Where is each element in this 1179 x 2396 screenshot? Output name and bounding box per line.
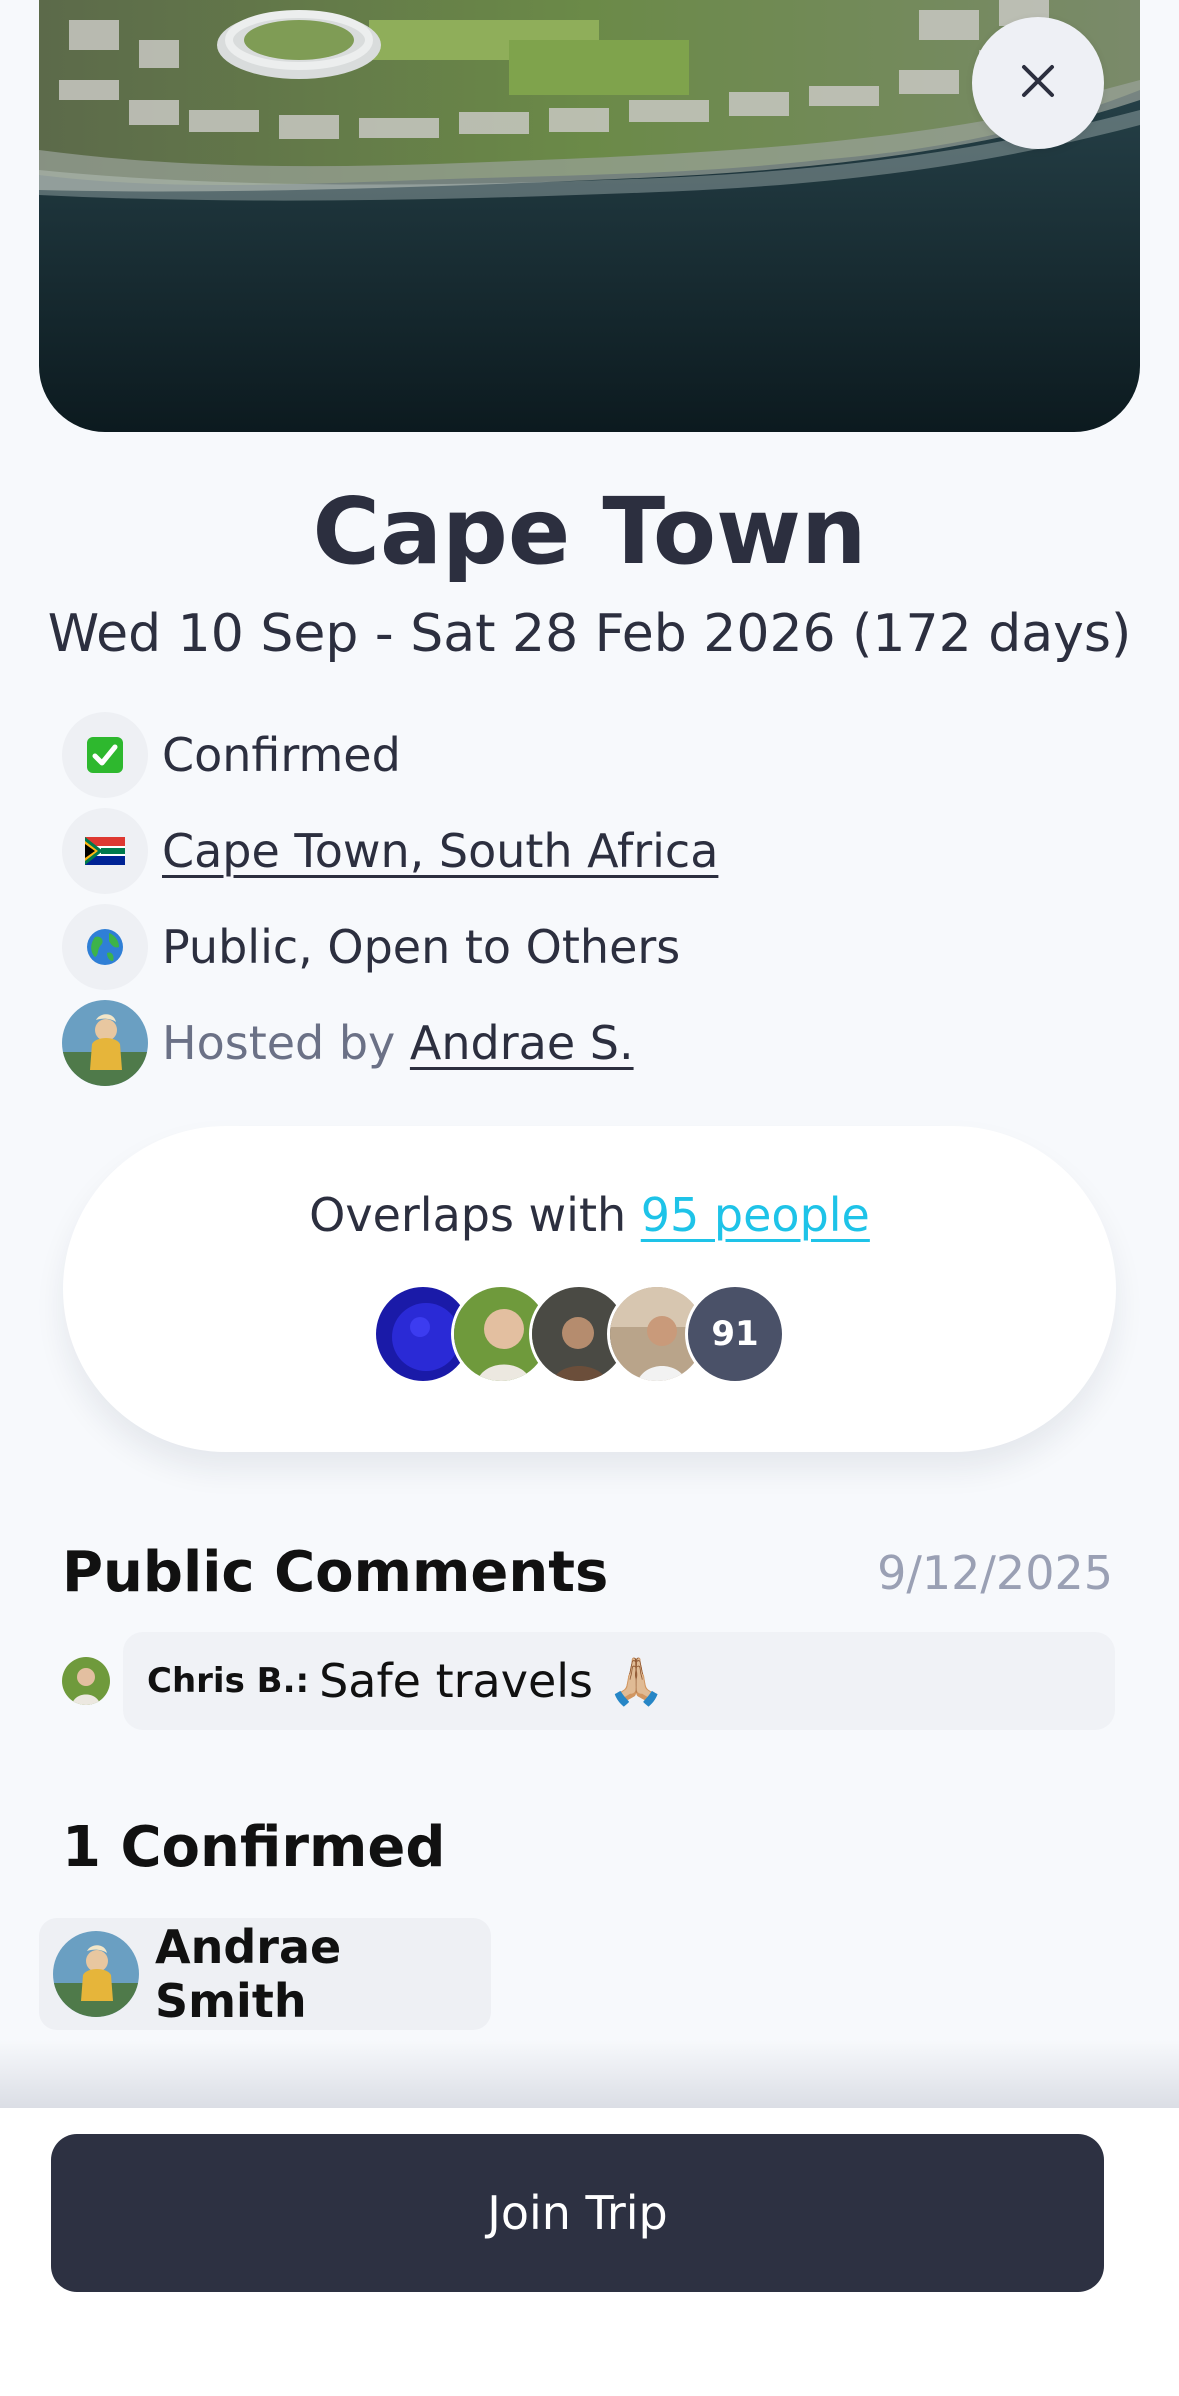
visibility-text: Public, Open to Others bbox=[162, 920, 681, 974]
avatar bbox=[53, 1931, 139, 2017]
join-trip-button[interactable]: Join Trip bbox=[51, 2134, 1104, 2292]
comments-title: Public Comments bbox=[62, 1540, 609, 1605]
host-avatar[interactable] bbox=[62, 1000, 148, 1086]
comment-avatar[interactable] bbox=[62, 1657, 110, 1705]
comment-author: Chris B.: bbox=[147, 1661, 310, 1701]
status-text: Confirmed bbox=[162, 728, 401, 782]
comment-text: Safe travels 🙏🏼 bbox=[319, 1653, 665, 1708]
scroll-fade bbox=[0, 2040, 1179, 2110]
location-link[interactable]: Cape Town, South Africa bbox=[162, 824, 718, 878]
overlap-more-count: 91 bbox=[685, 1284, 785, 1384]
close-button[interactable] bbox=[972, 17, 1104, 149]
confirmed-member-chip[interactable]: Andrae Smith bbox=[39, 1918, 491, 2030]
check-icon bbox=[62, 712, 148, 798]
host-name-link[interactable]: Andrae S. bbox=[410, 1016, 634, 1070]
comment-date: 9/12/2025 bbox=[877, 1546, 1113, 1600]
close-icon bbox=[1018, 61, 1058, 105]
globe-icon bbox=[62, 904, 148, 990]
overlap-people-link[interactable]: 95 people bbox=[641, 1188, 870, 1242]
trip-dates: Wed 10 Sep - Sat 28 Feb 2026 (172 days) bbox=[47, 604, 1132, 664]
visibility-row: Public, Open to Others bbox=[62, 904, 680, 990]
host-row: Hosted by Andrae S. bbox=[62, 1000, 634, 1086]
flag-south-africa-icon bbox=[62, 808, 148, 894]
trip-title: Cape Town bbox=[312, 478, 867, 585]
member-name: Andrae Smith bbox=[155, 1920, 342, 2028]
comment-bubble: Chris B.: Safe travels 🙏🏼 bbox=[123, 1632, 1115, 1730]
overlap-card: Overlaps with 95 people 91 bbox=[63, 1126, 1116, 1452]
confirmed-title: 1 Confirmed bbox=[62, 1815, 446, 1880]
overlap-label: Overlaps with bbox=[309, 1188, 627, 1242]
location-row[interactable]: Cape Town, South Africa bbox=[62, 808, 718, 894]
hosted-by-label: Hosted by bbox=[162, 1016, 396, 1070]
status-row: Confirmed bbox=[62, 712, 401, 798]
